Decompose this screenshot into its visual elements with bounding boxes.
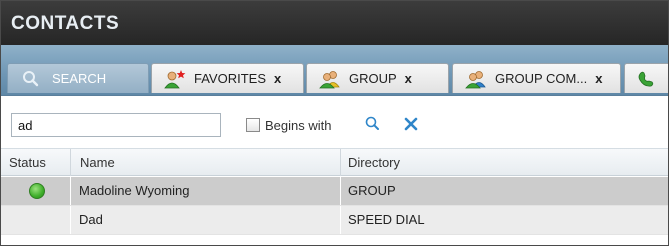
tab-group[interactable]: GROUP x: [306, 63, 449, 93]
tab-favorites-label: FAVORITES: [194, 71, 266, 86]
name-cell: Madoline Wyoming: [71, 177, 341, 205]
begins-with-label: Begins with: [265, 117, 332, 133]
begins-with-checkbox[interactable]: [246, 118, 260, 132]
tab-favorites-close-button[interactable]: x: [274, 71, 281, 86]
column-header-name[interactable]: Name: [71, 149, 341, 176]
magnifier-icon: [365, 116, 379, 130]
tab-favorites[interactable]: FAVORITES x: [151, 63, 304, 93]
tab-strip: SEARCH FAVORITES x GROUP x GROUP COM... …: [1, 45, 668, 96]
table-header: Status Name Directory: [1, 148, 668, 176]
tab-group-common-label: GROUP COM...: [495, 71, 588, 86]
begins-with-option[interactable]: Begins with: [246, 116, 331, 134]
tab-group-common-close-button[interactable]: x: [595, 71, 602, 86]
search-toolbar: Begins with: [1, 96, 668, 148]
name-cell: Dad: [71, 206, 341, 234]
contacts-panel: CONTACTS SEARCH FAVORITES x GROUP x GROU…: [0, 0, 669, 246]
column-header-directory[interactable]: Directory: [341, 149, 668, 176]
search-icon: [22, 69, 40, 89]
status-cell: [1, 177, 71, 205]
status-cell: [1, 206, 71, 234]
search-input[interactable]: [11, 113, 221, 137]
phone-directory-icon: [637, 69, 659, 89]
clear-search-button[interactable]: [402, 115, 420, 133]
tab-search[interactable]: SEARCH: [7, 63, 149, 93]
table-empty-area: [1, 235, 668, 245]
tab-group-common[interactable]: GROUP COM... x: [452, 63, 621, 93]
search-button[interactable]: [364, 115, 382, 133]
title-bar: CONTACTS: [1, 1, 668, 45]
group-common-icon: [465, 69, 487, 89]
favorites-contact-icon: [164, 69, 186, 89]
presence-available-icon: [29, 183, 45, 199]
close-icon: [404, 117, 418, 131]
column-header-status[interactable]: Status: [1, 149, 71, 176]
tab-group-close-button[interactable]: x: [405, 71, 412, 86]
table-row[interactable]: Madoline Wyoming GROUP: [1, 177, 668, 206]
directory-cell: GROUP: [348, 183, 396, 198]
tab-search-label: SEARCH: [52, 71, 107, 86]
panel-title: CONTACTS: [11, 13, 120, 34]
tab-phone-directory[interactable]: [624, 63, 668, 93]
tab-group-label: GROUP: [349, 71, 397, 86]
table-row[interactable]: Dad SPEED DIAL: [1, 206, 668, 235]
directory-cell: SPEED DIAL: [348, 212, 425, 227]
group-icon: [319, 69, 341, 89]
